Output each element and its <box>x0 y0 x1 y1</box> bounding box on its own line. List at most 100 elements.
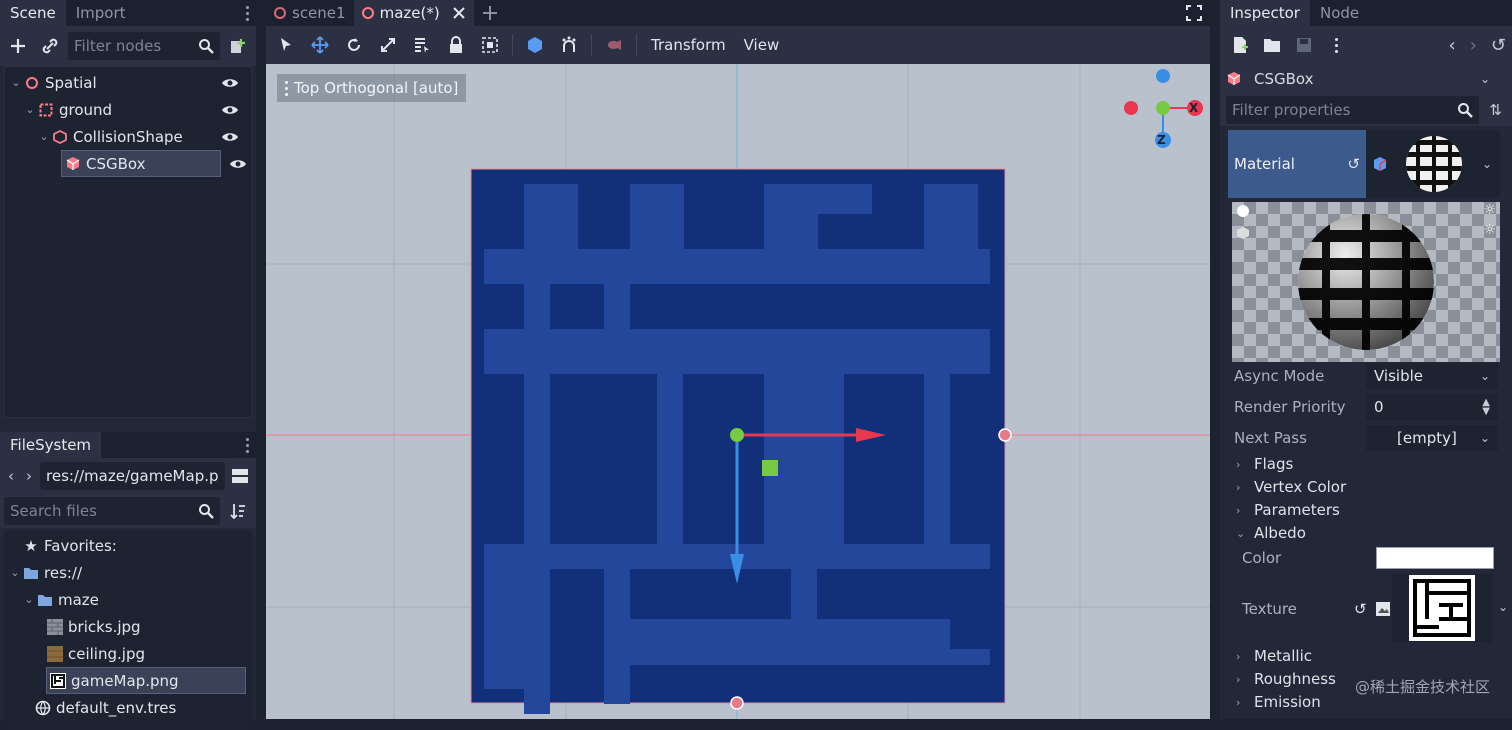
spatial-node-icon <box>274 7 286 19</box>
lock-icon[interactable] <box>442 31 470 59</box>
file-bricks[interactable]: bricks.jpg <box>46 613 141 640</box>
scene-dock-menu-icon[interactable] <box>238 0 256 26</box>
tree-node-csgbox[interactable]: CSGBox <box>61 150 221 177</box>
shape-toggle-icon[interactable] <box>1236 226 1250 240</box>
file-gamemap[interactable]: gameMap.png <box>46 667 246 694</box>
tree-node-spatial[interactable]: ⌄ Spatial <box>9 69 249 96</box>
node-selector[interactable]: CSGBox ⌄ <box>1220 64 1512 94</box>
section-roughness[interactable]: › Roughness <box>1236 668 1336 690</box>
more-options-icon[interactable] <box>1322 31 1350 59</box>
filter-properties-input[interactable]: Filter properties <box>1226 96 1480 124</box>
chevron-down-icon[interactable]: ⌄ <box>1482 157 1492 171</box>
next-pass-picker[interactable]: [empty] ⌄ <box>1366 425 1498 451</box>
material-property[interactable]: Material ↺ <box>1228 130 1366 198</box>
transform-menu[interactable]: Transform <box>645 36 732 54</box>
revert-icon[interactable]: ↺ <box>1347 155 1360 173</box>
section-vertex-color[interactable]: › Vertex Color <box>1236 476 1346 498</box>
local-space-icon[interactable] <box>521 31 549 59</box>
filesystem-tree: ★ Favorites: ⌄ res:// ⌄ maze bricks.jpg … <box>4 530 252 730</box>
open-folder-icon[interactable] <box>1258 31 1286 59</box>
section-emission[interactable]: › Emission <box>1236 691 1321 713</box>
prop-label: Color <box>1242 549 1282 567</box>
chevron-down-icon[interactable]: ⌄ <box>8 566 22 579</box>
section-label: Albedo <box>1254 524 1306 542</box>
csgbox-icon <box>1226 71 1242 87</box>
section-flags[interactable]: › Flags <box>1236 453 1293 475</box>
back-icon[interactable]: ‹ <box>4 467 18 485</box>
texture-picker[interactable] <box>1392 574 1492 642</box>
section-label: Parameters <box>1254 501 1340 519</box>
search-files-input[interactable]: Search files <box>4 497 220 525</box>
tab-import[interactable]: Import <box>66 0 136 26</box>
chevron-down-icon[interactable]: ⌄ <box>9 76 23 89</box>
move-tool-icon[interactable] <box>306 31 334 59</box>
forward-icon[interactable]: › <box>22 467 36 485</box>
close-icon[interactable] <box>452 6 466 20</box>
revert-icon[interactable]: ↺ <box>1354 600 1367 618</box>
tab-filesystem[interactable]: FileSystem <box>0 432 102 458</box>
property-options-icon[interactable]: ⇅ <box>1483 101 1508 119</box>
file-default-env[interactable]: default_env.tres <box>34 694 176 721</box>
prop-albedo-texture: Texture ↺ ⌄ <box>1236 572 1508 644</box>
select-tool-icon[interactable] <box>272 31 300 59</box>
albedo-color-swatch[interactable] <box>1376 547 1494 569</box>
tab-maze[interactable]: maze(*) <box>353 0 474 26</box>
folder-maze[interactable]: ⌄ maze <box>22 586 99 613</box>
add-node-icon[interactable] <box>4 32 32 60</box>
rotate-tool-icon[interactable] <box>340 31 368 59</box>
chevron-down-icon[interactable]: ⌄ <box>37 130 51 143</box>
filter-nodes-input[interactable]: Filter nodes <box>68 32 220 60</box>
view-menu[interactable]: View <box>738 36 786 54</box>
list-select-icon[interactable] <box>408 31 436 59</box>
favorites-item[interactable]: ★ Favorites: <box>22 532 117 559</box>
light-1-icon[interactable]: ☼ <box>1483 202 1496 218</box>
viewport-menu-button[interactable]: Top Orthogonal [auto] <box>277 74 467 102</box>
file-ceiling[interactable]: ceiling.jpg <box>46 640 145 667</box>
visibility-eye-icon[interactable] <box>221 74 239 92</box>
chevron-down-icon[interactable]: ⌄ <box>22 593 36 606</box>
folder-res[interactable]: ⌄ res:// <box>8 559 82 586</box>
spin-arrows-icon[interactable]: ▲ ▼ <box>1482 398 1490 417</box>
save-icon[interactable] <box>1290 31 1318 59</box>
history-icon[interactable]: ↺ <box>1491 35 1506 56</box>
section-parameters[interactable]: › Parameters <box>1236 499 1340 521</box>
material-resource-picker[interactable]: ⌄ <box>1366 130 1500 198</box>
async-mode-select[interactable]: Visible ⌄ <box>1366 363 1498 389</box>
cinematic-preview-icon[interactable] <box>600 31 628 59</box>
tree-node-ground[interactable]: ⌄ ground <box>23 96 249 123</box>
path-field[interactable]: res://maze/gameMap.p <box>40 462 225 490</box>
filesystem-menu-icon[interactable] <box>238 432 256 458</box>
scale-tool-icon[interactable] <box>374 31 402 59</box>
scene-script-icon[interactable] <box>224 32 252 60</box>
image-thumbnail-icon <box>46 645 64 663</box>
tab-scene[interactable]: Scene <box>0 0 66 26</box>
section-metallic[interactable]: › Metallic <box>1236 645 1312 667</box>
new-resource-icon[interactable] <box>1226 31 1254 59</box>
scene-toolbar: Filter nodes <box>0 26 256 66</box>
light-toggle-icon[interactable] <box>1236 204 1250 218</box>
group-icon[interactable] <box>476 31 504 59</box>
3d-viewport[interactable]: X Z Top Orthogonal [auto] <box>266 64 1210 719</box>
section-albedo[interactable]: ⌄ Albedo <box>1236 522 1306 544</box>
visibility-eye-icon[interactable] <box>221 101 239 119</box>
render-priority-spinbox[interactable]: 0 ▲ ▼ <box>1366 394 1498 420</box>
snap-icon[interactable] <box>555 31 583 59</box>
new-tab-button[interactable] <box>474 0 506 26</box>
chevron-down-icon[interactable]: ⌄ <box>1498 600 1508 614</box>
light-2-icon[interactable]: ☼ <box>1483 222 1496 238</box>
chevron-down-icon[interactable]: ⌄ <box>23 103 37 116</box>
tab-scene1[interactable]: scene1 <box>266 0 354 26</box>
selected-node-name: CSGBox <box>1254 70 1314 88</box>
spatial-node-icon <box>23 74 41 92</box>
tab-inspector[interactable]: Inspector <box>1220 0 1310 26</box>
tree-node-collisionshape[interactable]: ⌄ CollisionShape <box>37 123 249 150</box>
history-back-icon[interactable]: ‹ <box>1449 35 1456 56</box>
distraction-free-button[interactable] <box>1186 0 1210 26</box>
visibility-eye-icon[interactable] <box>229 155 247 173</box>
tab-node[interactable]: Node <box>1310 0 1369 26</box>
visibility-eye-icon[interactable] <box>221 128 239 146</box>
link-icon[interactable] <box>36 32 64 60</box>
split-view-icon[interactable] <box>229 462 253 490</box>
history-forward-icon[interactable]: › <box>1470 35 1477 56</box>
sort-icon[interactable] <box>224 497 252 525</box>
